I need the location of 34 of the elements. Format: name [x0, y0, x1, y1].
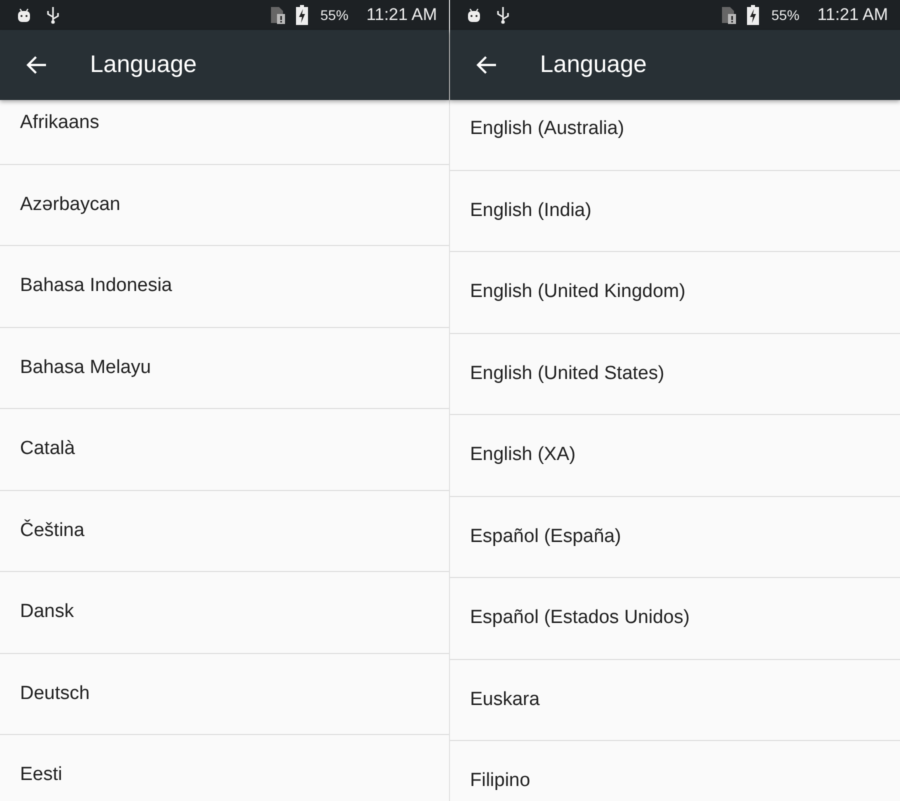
android-icon: [466, 7, 482, 23]
android-icon: [16, 7, 32, 23]
language-item[interactable]: Español (España): [450, 496, 900, 578]
language-item[interactable]: English (XA): [450, 415, 900, 496]
battery-percent: 55%: [771, 7, 800, 23]
language-item[interactable]: Deutsch: [0, 654, 449, 735]
language-item[interactable]: Azərbaycan: [0, 164, 449, 246]
screen-title: Language: [90, 51, 197, 79]
language-item[interactable]: Bahasa Indonesia: [0, 246, 449, 328]
back-arrow-icon[interactable]: [475, 55, 497, 75]
sim-alert-icon: [721, 6, 738, 24]
language-item[interactable]: English (India): [450, 170, 900, 252]
screen-title: Language: [540, 51, 647, 79]
usb-icon: [496, 6, 510, 24]
language-item[interactable]: English (Australia): [450, 100, 900, 170]
clock-time: 11:21 AM: [366, 5, 437, 25]
language-item[interactable]: Afrikaans: [0, 100, 449, 164]
usb-icon: [46, 6, 60, 24]
sim-alert-icon: [270, 6, 286, 24]
language-item[interactable]: Català: [0, 409, 449, 490]
clock-time: 11:21 AM: [817, 5, 888, 25]
language-item[interactable]: Čeština: [0, 490, 449, 572]
language-item[interactable]: Bahasa Melayu: [0, 328, 449, 409]
language-item[interactable]: English (United Kingdom): [450, 252, 900, 334]
battery-charging-icon: [747, 5, 760, 25]
back-arrow-icon[interactable]: [25, 55, 47, 75]
battery-charging-icon: [296, 5, 308, 25]
battery-percent: 55%: [320, 7, 348, 23]
language-item[interactable]: Euskara: [450, 660, 900, 741]
language-item[interactable]: Dansk: [0, 572, 449, 654]
language-item[interactable]: Eesti: [0, 735, 449, 801]
language-item[interactable]: English (United States): [450, 334, 900, 415]
language-item[interactable]: Filipino: [450, 741, 900, 801]
language-item[interactable]: Español (Estados Unidos): [450, 578, 900, 660]
